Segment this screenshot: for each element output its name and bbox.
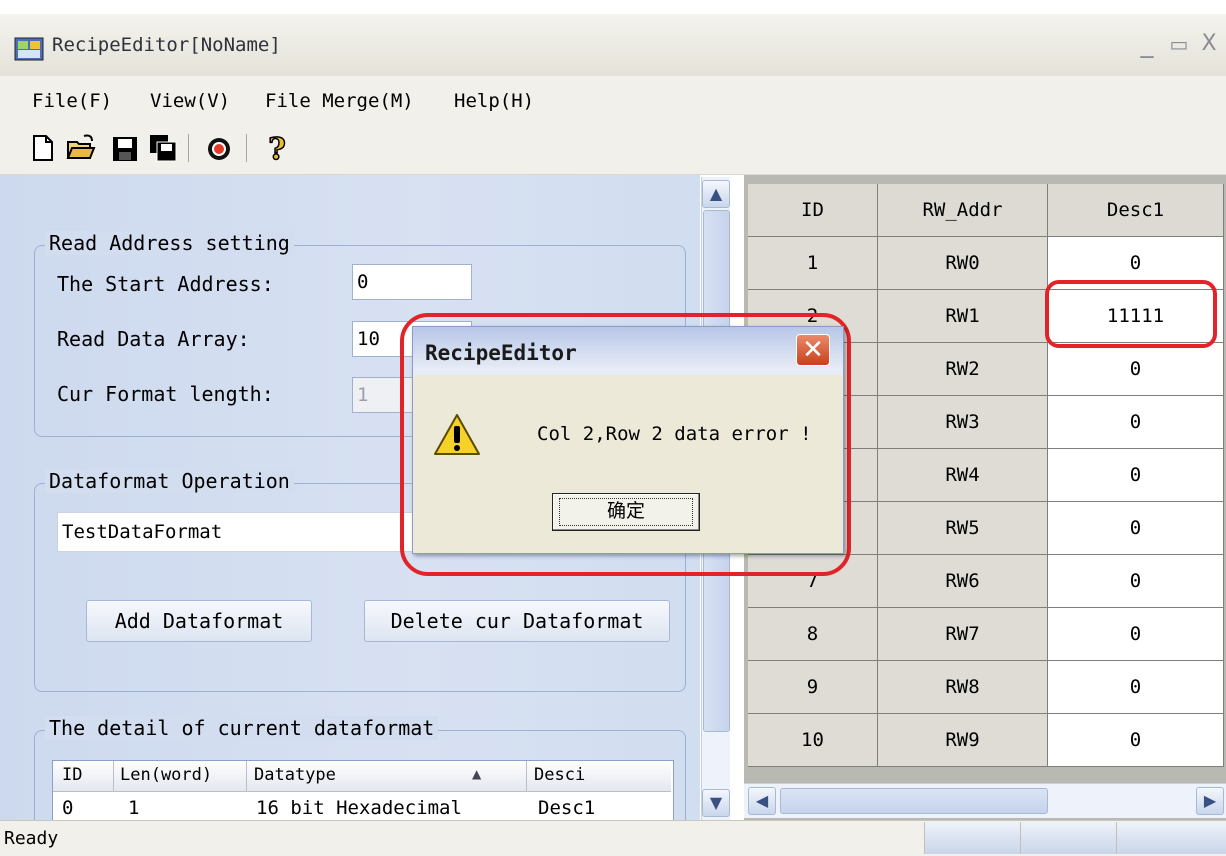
open-folder-icon[interactable] xyxy=(66,132,96,164)
new-file-icon[interactable] xyxy=(28,132,58,164)
toolbar xyxy=(0,122,1226,175)
read-data-array-label: Read Data Array: xyxy=(57,327,250,351)
grid-value-cell[interactable]: 0 xyxy=(1048,555,1224,608)
sort-ascending-icon: ▲ xyxy=(472,767,482,781)
grid-value-cell[interactable]: 0 xyxy=(1048,343,1224,396)
toolbar-separator xyxy=(246,134,247,162)
focus-rect xyxy=(559,498,693,526)
add-dataformat-button[interactable]: Add Dataformat xyxy=(86,600,312,642)
start-address-label: The Start Address: xyxy=(57,272,274,296)
minimize-button[interactable]: _ xyxy=(1132,30,1162,58)
grid-header-0[interactable]: ID xyxy=(748,184,878,237)
close-button[interactable]: X xyxy=(1194,30,1224,58)
column-divider xyxy=(526,761,527,791)
menu-help[interactable]: Help(H) xyxy=(454,90,534,112)
save-icon[interactable] xyxy=(110,132,140,164)
grid-fixed-cell[interactable]: RW6 xyxy=(878,555,1048,608)
help-icon[interactable]: ? xyxy=(262,132,292,164)
grid-fixed-cell[interactable]: RW8 xyxy=(878,661,1048,714)
scroll-down-icon[interactable]: ▼ xyxy=(702,789,730,817)
detail-col-len[interactable]: Len(word) xyxy=(120,765,212,785)
toolbar-separator xyxy=(188,134,189,162)
detail-cell[interactable]: 16 bit Hexadecimal xyxy=(256,797,462,819)
status-panel xyxy=(1020,822,1117,854)
start-address-input[interactable]: 0 xyxy=(352,264,472,300)
svg-text:?: ? xyxy=(268,132,286,164)
scroll-right-icon[interactable]: ▶ xyxy=(1196,787,1224,815)
record-icon[interactable] xyxy=(204,132,234,164)
detail-cell[interactable]: Desc1 xyxy=(538,797,595,819)
detail-col-datatype[interactable]: Datatype xyxy=(254,765,336,785)
app-icon xyxy=(14,37,44,61)
delete-dataformat-button[interactable]: Delete cur Dataformat xyxy=(364,600,670,642)
error-dialog: RecipeEditor ✕ Col 2,Row 2 data error ! … xyxy=(412,326,844,554)
grid-fixed-cell[interactable]: RW9 xyxy=(878,714,1048,767)
menu-file-merge[interactable]: File Merge(M) xyxy=(265,90,414,112)
menu-view[interactable]: View(V) xyxy=(150,90,230,112)
dataformat-detail-title: The detail of current dataformat xyxy=(45,716,439,740)
menu-file[interactable]: File(F) xyxy=(32,90,112,112)
cur-format-length-label: Cur Format length: xyxy=(57,382,274,406)
maximize-button[interactable]: ▭ xyxy=(1164,30,1194,58)
scroll-up-icon[interactable]: ▲ xyxy=(702,180,730,208)
dialog-close-icon[interactable]: ✕ xyxy=(796,334,830,366)
grid-value-cell[interactable]: 0 xyxy=(1048,502,1224,555)
detail-col-id[interactable]: ID xyxy=(62,765,82,785)
status-panel xyxy=(924,822,1021,854)
dataformat-select[interactable]: TestDataFormat xyxy=(57,512,457,552)
window-title: RecipeEditor[NoName] xyxy=(52,34,281,56)
grid-value-cell[interactable]: 0 xyxy=(1048,608,1224,661)
status-text: Ready xyxy=(4,828,59,849)
cell-highlight-marker xyxy=(1045,280,1217,348)
grid-fixed-cell[interactable]: RW7 xyxy=(878,608,1048,661)
detail-col-desci[interactable]: Desci xyxy=(534,765,585,785)
dialog-title: RecipeEditor xyxy=(425,341,577,365)
grid-header-1[interactable]: RW_Addr xyxy=(878,184,1048,237)
grid-fixed-cell[interactable]: RW5 xyxy=(878,502,1048,555)
grid-fixed-cell[interactable]: RW4 xyxy=(878,449,1048,502)
scroll-left-icon[interactable]: ◀ xyxy=(748,787,776,815)
detail-cell[interactable]: 0 xyxy=(62,797,73,819)
warning-icon xyxy=(434,414,480,455)
status-panel xyxy=(1116,822,1226,854)
horizontal-scroll-thumb[interactable] xyxy=(780,788,1048,814)
grid-fixed-cell[interactable]: RW3 xyxy=(878,396,1048,449)
grid-value-cell[interactable]: 0 xyxy=(1048,714,1224,767)
grid-fixed-cell[interactable]: 8 xyxy=(748,608,878,661)
grid-fixed-cell[interactable]: 10 xyxy=(748,714,878,767)
grid-fixed-cell[interactable]: RW0 xyxy=(878,237,1048,290)
grid-value-cell[interactable]: 0 xyxy=(1048,396,1224,449)
column-divider xyxy=(246,761,247,791)
dataformat-operation-title: Dataformat Operation xyxy=(45,469,294,493)
dialog-message: Col 2,Row 2 data error ! xyxy=(537,423,812,445)
grid-fixed-cell[interactable]: 1 xyxy=(748,237,878,290)
save-as-icon[interactable] xyxy=(148,132,178,164)
column-divider xyxy=(113,761,114,791)
grid-fixed-cell[interactable]: 9 xyxy=(748,661,878,714)
grid-header-2[interactable]: Desc1 xyxy=(1048,184,1224,237)
grid-value-cell[interactable]: 0 xyxy=(1048,449,1224,502)
grid-fixed-cell[interactable]: RW2 xyxy=(878,343,1048,396)
grid-fixed-cell[interactable]: RW1 xyxy=(878,290,1048,343)
read-address-title: Read Address setting xyxy=(45,231,294,255)
grid-value-cell[interactable]: 0 xyxy=(1048,661,1224,714)
detail-cell[interactable]: 1 xyxy=(128,797,139,819)
